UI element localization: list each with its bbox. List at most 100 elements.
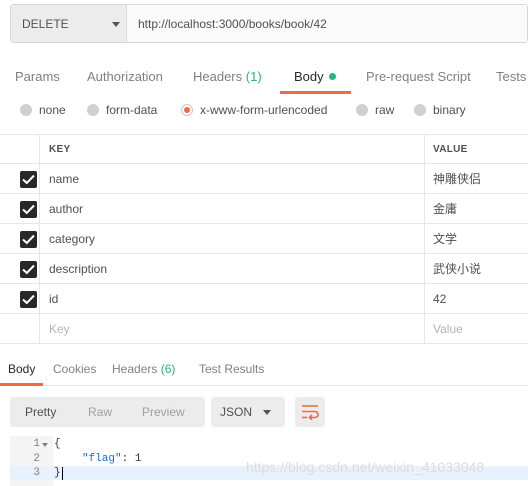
tab-label: Body	[294, 69, 324, 84]
radio-icon	[87, 104, 99, 116]
tab-count-badge: (1)	[245, 69, 262, 84]
line-number: 1	[33, 438, 40, 450]
table-row: name 神雕侠侣	[0, 164, 528, 194]
key-cell[interactable]: category	[49, 224, 95, 253]
tab-label: Params	[15, 69, 60, 84]
pretty-button[interactable]: Pretty	[25, 405, 56, 419]
checkbox-checked-icon[interactable]	[20, 231, 37, 248]
key-cell[interactable]: description	[49, 254, 107, 283]
code-text: "flag": 1	[82, 453, 141, 465]
tab-pre-request-script[interactable]: Pre-request Script	[366, 69, 471, 84]
format-select[interactable]: JSON	[211, 397, 285, 427]
tab-response-headers[interactable]: Headers (6)	[112, 362, 175, 376]
table-header: KEY VALUE	[0, 134, 528, 164]
radio-label: none	[39, 103, 66, 117]
column-divider	[424, 254, 425, 283]
new-value-input[interactable]: Value	[433, 314, 463, 343]
checkbox-checked-icon[interactable]	[20, 201, 37, 218]
radio-form-data[interactable]: form-data	[87, 103, 157, 117]
table-row: description 武侠小说	[0, 254, 528, 284]
active-tab-indicator	[280, 91, 351, 94]
preview-button[interactable]: Preview	[142, 405, 185, 419]
checkbox-cell	[0, 284, 40, 313]
radio-raw[interactable]: raw	[356, 103, 394, 117]
checkbox-cell	[0, 224, 40, 253]
tab-count-badge: (6)	[160, 362, 176, 376]
value-cell[interactable]: 武侠小说	[433, 254, 481, 283]
column-divider	[424, 194, 425, 223]
key-cell[interactable]: name	[49, 164, 79, 193]
key-column-header: KEY	[49, 143, 71, 155]
tab-label: Test Results	[199, 362, 265, 376]
format-label: JSON	[220, 405, 253, 419]
column-divider	[424, 284, 425, 313]
table-row: category 文学	[0, 224, 528, 254]
view-mode-group: Pretty Raw Preview	[10, 397, 205, 427]
tab-label: Headers	[112, 362, 158, 376]
url-input[interactable]	[127, 5, 527, 42]
radio-icon	[20, 104, 32, 116]
value-column-header: VALUE	[433, 143, 468, 155]
raw-button[interactable]: Raw	[88, 405, 112, 419]
column-divider	[424, 164, 425, 193]
json-value: 1	[134, 453, 142, 465]
tab-label: Body	[8, 362, 36, 376]
radio-label: form-data	[106, 103, 158, 117]
body-type-selector: none form-data x-www-form-urlencoded raw…	[0, 103, 528, 125]
checkbox-cell	[0, 194, 40, 223]
radio-x-www-form-urlencoded[interactable]: x-www-form-urlencoded	[181, 103, 327, 117]
tab-tests[interactable]: Tests	[496, 69, 526, 84]
method-select[interactable]: DELETE	[11, 5, 127, 42]
tab-label: Pre-request Script	[366, 69, 471, 84]
radio-none[interactable]: none	[20, 103, 66, 117]
column-divider	[424, 224, 425, 253]
tab-body[interactable]: Body	[294, 69, 336, 84]
line-number: 3	[33, 467, 40, 479]
fold-arrow-icon[interactable]	[42, 443, 48, 447]
params-table: KEY VALUE name 神雕侠侣 author 金庸 category 文…	[0, 134, 528, 344]
wrap-lines-button[interactable]	[295, 397, 325, 427]
checkbox-column-header	[0, 135, 40, 163]
chevron-down-icon	[112, 22, 120, 27]
radio-label: binary	[433, 103, 466, 117]
key-cell[interactable]: author	[49, 194, 83, 223]
tab-label: Authorization	[87, 69, 163, 84]
tab-params[interactable]: Params	[15, 69, 60, 84]
tab-label: Headers	[193, 69, 243, 84]
radio-label: x-www-form-urlencoded	[200, 103, 328, 117]
value-cell[interactable]: 文学	[433, 224, 457, 253]
value-cell[interactable]: 神雕侠侣	[433, 164, 481, 193]
code-text: }	[54, 467, 61, 479]
status-dot-icon	[328, 73, 336, 80]
checkbox-checked-icon[interactable]	[20, 171, 37, 188]
new-key-input[interactable]: Key	[49, 314, 70, 343]
chevron-down-icon	[263, 410, 271, 415]
code-text: {	[54, 438, 61, 450]
code-line: 1 {	[10, 437, 528, 451]
tab-authorization[interactable]: Authorization	[87, 69, 163, 84]
json-key: "flag"	[82, 453, 122, 465]
column-divider	[424, 135, 425, 163]
radio-label: raw	[375, 103, 395, 117]
table-row-new: Key Value	[0, 314, 528, 344]
tab-test-results[interactable]: Test Results	[199, 362, 264, 376]
checkbox-checked-icon[interactable]	[20, 291, 37, 308]
line-number: 2	[33, 453, 40, 465]
key-cell[interactable]: id	[49, 284, 58, 313]
request-bar: DELETE	[10, 4, 528, 43]
radio-icon	[414, 104, 426, 116]
tab-response-body[interactable]: Body	[8, 362, 35, 376]
column-divider	[424, 314, 425, 343]
json-separator: :	[121, 453, 135, 465]
value-cell[interactable]: 金庸	[433, 194, 457, 223]
checkbox-cell	[0, 314, 40, 343]
tab-cookies[interactable]: Cookies	[53, 362, 96, 376]
active-tab-indicator	[0, 383, 43, 386]
text-cursor	[62, 467, 63, 480]
response-tabs: Body Cookies Headers (6) Test Results	[0, 353, 528, 386]
watermark: https://blog.csdn.net/weixin_41033048	[246, 459, 485, 475]
radio-binary[interactable]: binary	[414, 103, 466, 117]
tab-headers[interactable]: Headers (1)	[193, 69, 262, 84]
checkbox-checked-icon[interactable]	[20, 261, 37, 278]
value-cell[interactable]: 42	[433, 284, 446, 313]
